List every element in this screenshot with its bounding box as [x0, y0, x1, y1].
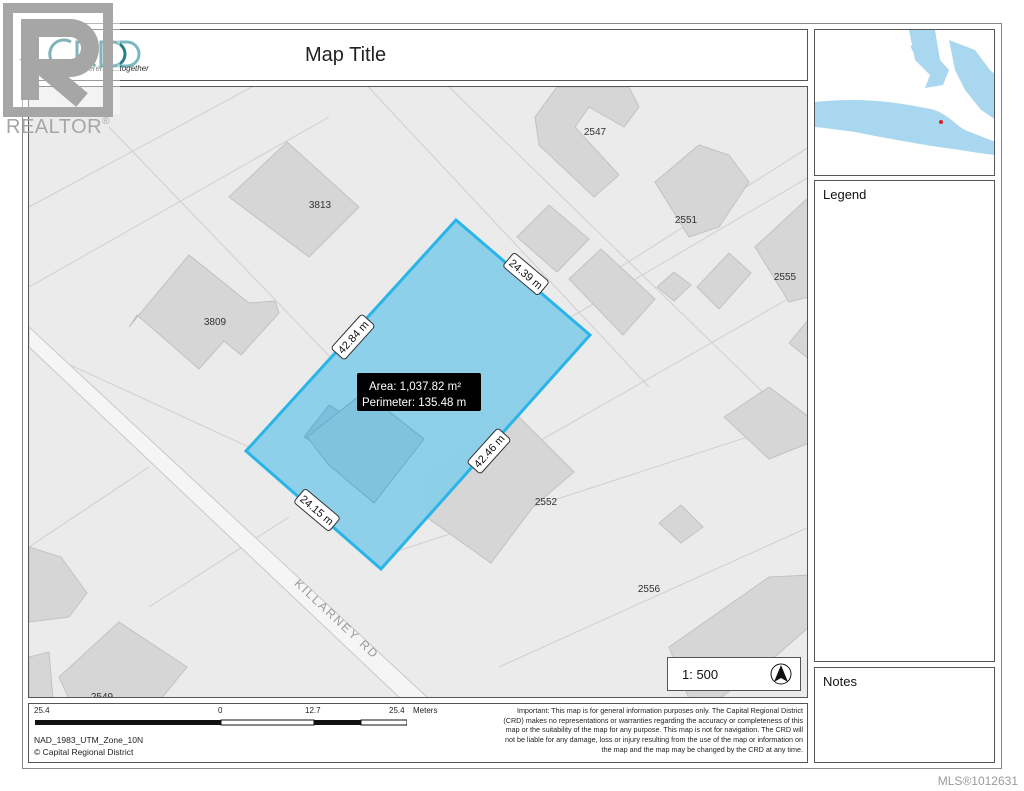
- parcel-number: 2549: [91, 692, 114, 698]
- map-svg: 24.39 m 42.84 m 42.46 m 24.15 m Area: 1,…: [29, 87, 807, 698]
- disclaimer-line: Important: This map is for general infor…: [516, 706, 803, 715]
- legend-label: Legend: [823, 187, 867, 202]
- projection-label: NAD_1983_UTM_Zone_10N: [34, 735, 144, 745]
- scalebar-unit: Meters: [413, 706, 438, 715]
- scalebar-tick: 12.7: [305, 706, 321, 715]
- parcel-number: 3813: [309, 200, 332, 211]
- disclaimer-line: map or the suitability of the map for an…: [505, 725, 803, 735]
- overview-svg: [815, 30, 994, 175]
- title-panel: Making a difference...together Map Title: [28, 29, 808, 81]
- scale-ratio: 1: 500: [682, 667, 719, 682]
- location-marker-icon: [939, 120, 943, 124]
- scale-panel: 1: 500: [667, 657, 801, 691]
- perimeter-readout: Perimeter: 135.48 m: [362, 397, 466, 409]
- notes-panel: Notes: [814, 667, 995, 763]
- parcel-number: 2552: [535, 497, 558, 508]
- mls-number: MLS®1012631: [937, 774, 1018, 788]
- scalebar-tick: 25.4: [389, 706, 405, 715]
- scalebar-tick: 0: [218, 706, 223, 715]
- parcel-number: 2555: [774, 272, 797, 283]
- measurement-tooltip: Area: 1,037.82 m² Perimeter: 135.48 m: [357, 373, 481, 411]
- disclaimer-line: not be liable for any damage, loss or in…: [504, 735, 803, 745]
- disclaimer-line: the map and the map may be changed by th…: [601, 744, 803, 754]
- area-readout: Area: 1,037.82 m²: [369, 381, 461, 393]
- realtor-watermark: REALTOR®: [0, 0, 124, 140]
- parcel-number: 2547: [584, 127, 607, 138]
- north-arrow-icon: [770, 663, 792, 685]
- disclaimer-line: (CRD) makes no representations or warran…: [503, 715, 803, 725]
- scalebar: [35, 719, 407, 726]
- notes-label: Notes: [823, 674, 857, 689]
- copyright-label: © Capital Regional District: [34, 747, 134, 757]
- parcel-number: 2556: [638, 584, 661, 595]
- scalebar-tick: 25.4: [34, 706, 50, 715]
- realtor-brand: REALTOR®: [6, 116, 110, 138]
- parcel-number: 3809: [204, 317, 227, 328]
- map-title: Map Title: [305, 44, 387, 66]
- realtor-r-logo-icon: [2, 2, 120, 117]
- disclaimer: Important: This map is for general infor…: [477, 706, 803, 755]
- map-canvas[interactable]: 24.39 m 42.84 m 42.46 m 24.15 m Area: 1,…: [28, 86, 808, 698]
- parcel-number: 2551: [675, 215, 698, 226]
- footer-panel: 25.4 0 12.7 25.4 Meters NAD_1983_UTM_Zon…: [28, 703, 808, 763]
- legend-panel: Legend: [814, 180, 995, 662]
- overview-map[interactable]: [814, 29, 995, 176]
